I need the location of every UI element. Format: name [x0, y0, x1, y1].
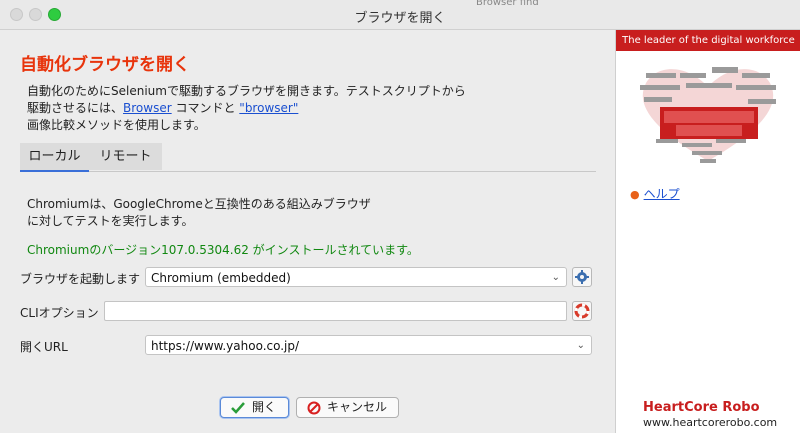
description-text: コマンドと — [171, 101, 240, 115]
url-combobox[interactable]: https://www.yahoo.co.jp/ ⌄ — [145, 335, 592, 355]
window-title: ブラウザを開く — [354, 11, 446, 26]
chromium-info: Chromiumは、GoogleChromeと互換性のある組込みブラウザ に対し… — [27, 196, 387, 230]
help-item: ● ヘルプ — [630, 185, 680, 202]
tab-local[interactable]: ローカル — [20, 143, 89, 172]
heartcore-wordcloud-logo — [640, 67, 776, 163]
launch-browser-label: ブラウザを起動します — [20, 272, 141, 286]
description: 自動化のためにSeleniumで駆動するブラウザを開きます。テストスクリプトから… — [27, 83, 497, 134]
footer-url: www.heartcorerobo.com — [643, 416, 778, 429]
dialog-heading: 自動化ブラウザを開く — [20, 55, 190, 75]
gear-icon — [575, 270, 589, 284]
browser-command-link[interactable]: Browser — [123, 101, 172, 115]
dialog-main: 自動化ブラウザを開く 自動化のためにSeleniumで駆動するブラウザを開きます… — [0, 30, 615, 433]
browser-settings-button[interactable] — [572, 267, 592, 287]
banner-title: The leader of the digital workforce — [616, 30, 800, 51]
description-line-3: 画像比較メソッドを使用します。 — [27, 118, 206, 132]
cli-options-label: CLIオプション — [20, 306, 99, 320]
tab-remote[interactable]: リモート — [89, 143, 162, 170]
browser-method-link[interactable]: "browser" — [239, 101, 298, 115]
tab-bar: ローカル リモート — [20, 143, 596, 172]
brand-banner: The leader of the digital workforce — [616, 30, 800, 173]
no-entry-icon — [307, 401, 321, 421]
help-link[interactable]: ヘルプ — [644, 187, 680, 201]
footer-logo: HeartCore Robo — [643, 400, 760, 415]
bullet-icon: ● — [630, 188, 640, 201]
cancel-button[interactable]: キャンセル — [296, 397, 399, 418]
description-text: 駆動させるには、 — [27, 101, 124, 115]
open-url-label: 開くURL — [20, 340, 68, 354]
description-line-1: 自動化のためにSeleniumで駆動するブラウザを開きます。テストスクリプトから — [27, 84, 466, 98]
chromium-info-line-1: Chromiumは、GoogleChromeと互換性のある組込みブラウザ — [27, 197, 371, 211]
description-line-2: 駆動させるには、Browser コマンドと "browser" — [27, 100, 497, 117]
installed-version-text: Chromiumのバージョン107.0.5304.62 がインストールされていま… — [27, 243, 419, 257]
chevron-down-icon: ⌄ — [576, 340, 585, 351]
lifebuoy-icon — [574, 303, 590, 319]
chevron-down-icon: ⌄ — [551, 272, 560, 283]
background-window-text: Browser find — [476, 0, 539, 8]
url-value: https://www.yahoo.co.jp/ — [151, 339, 300, 353]
cli-options-input[interactable] — [104, 301, 567, 321]
checkmark-icon — [231, 401, 245, 420]
cancel-button-label: キャンセル — [327, 400, 388, 414]
browser-select-value: Chromium (embedded) — [151, 271, 291, 285]
open-button-label: 開く — [252, 400, 277, 414]
browser-select[interactable]: Chromium (embedded) ⌄ — [145, 267, 567, 287]
cli-help-button[interactable] — [572, 301, 592, 321]
sidebar: The leader of the digital workforce ● ヘルプ… — [615, 30, 800, 433]
chromium-info-line-2: に対してテストを実行します。 — [27, 214, 194, 228]
title-bar: ブラウザを開く Browser find — [0, 0, 800, 30]
open-button[interactable]: 開く — [220, 397, 289, 418]
